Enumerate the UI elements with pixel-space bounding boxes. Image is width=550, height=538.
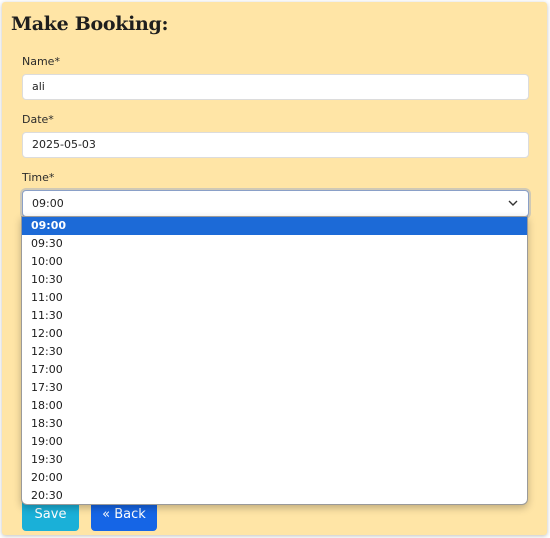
- time-option[interactable]: 12:00: [22, 325, 527, 343]
- time-option[interactable]: 17:00: [22, 361, 527, 379]
- time-option[interactable]: 11:30: [22, 307, 527, 325]
- time-select[interactable]: 09:00: [22, 190, 529, 217]
- time-option[interactable]: 19:00: [22, 433, 527, 451]
- time-select-value: 09:00: [32, 197, 64, 210]
- time-option[interactable]: 20:00: [22, 469, 527, 487]
- time-option[interactable]: 09:00: [22, 217, 527, 235]
- time-option[interactable]: 11:00: [22, 289, 527, 307]
- time-option[interactable]: 17:30: [22, 379, 527, 397]
- time-option[interactable]: 18:00: [22, 397, 527, 415]
- time-option[interactable]: 18:30: [22, 415, 527, 433]
- date-input[interactable]: 2025-05-03: [22, 132, 529, 158]
- time-option[interactable]: 10:30: [22, 271, 527, 289]
- time-options: 09:00 09:30 10:00 10:30 11:00 11:30 12:00 12:30…: [22, 217, 527, 504]
- name-input[interactable]: ali: [22, 74, 529, 100]
- chevron-down-icon: [508, 200, 518, 206]
- name-label: Name*: [22, 55, 60, 68]
- page-title: Make Booking:: [11, 13, 169, 35]
- time-dropdown-list: 09:00 09:30 10:00 10:30 11:00 11:30 12:00 12:30…: [21, 216, 528, 505]
- date-label: Date*: [22, 113, 54, 126]
- time-option[interactable]: 09:30: [22, 235, 527, 253]
- time-option[interactable]: 19:30: [22, 451, 527, 469]
- time-option[interactable]: 12:30: [22, 343, 527, 361]
- time-option[interactable]: 20:30: [22, 487, 527, 504]
- time-label: Time*: [22, 171, 55, 184]
- time-option[interactable]: 10:00: [22, 253, 527, 271]
